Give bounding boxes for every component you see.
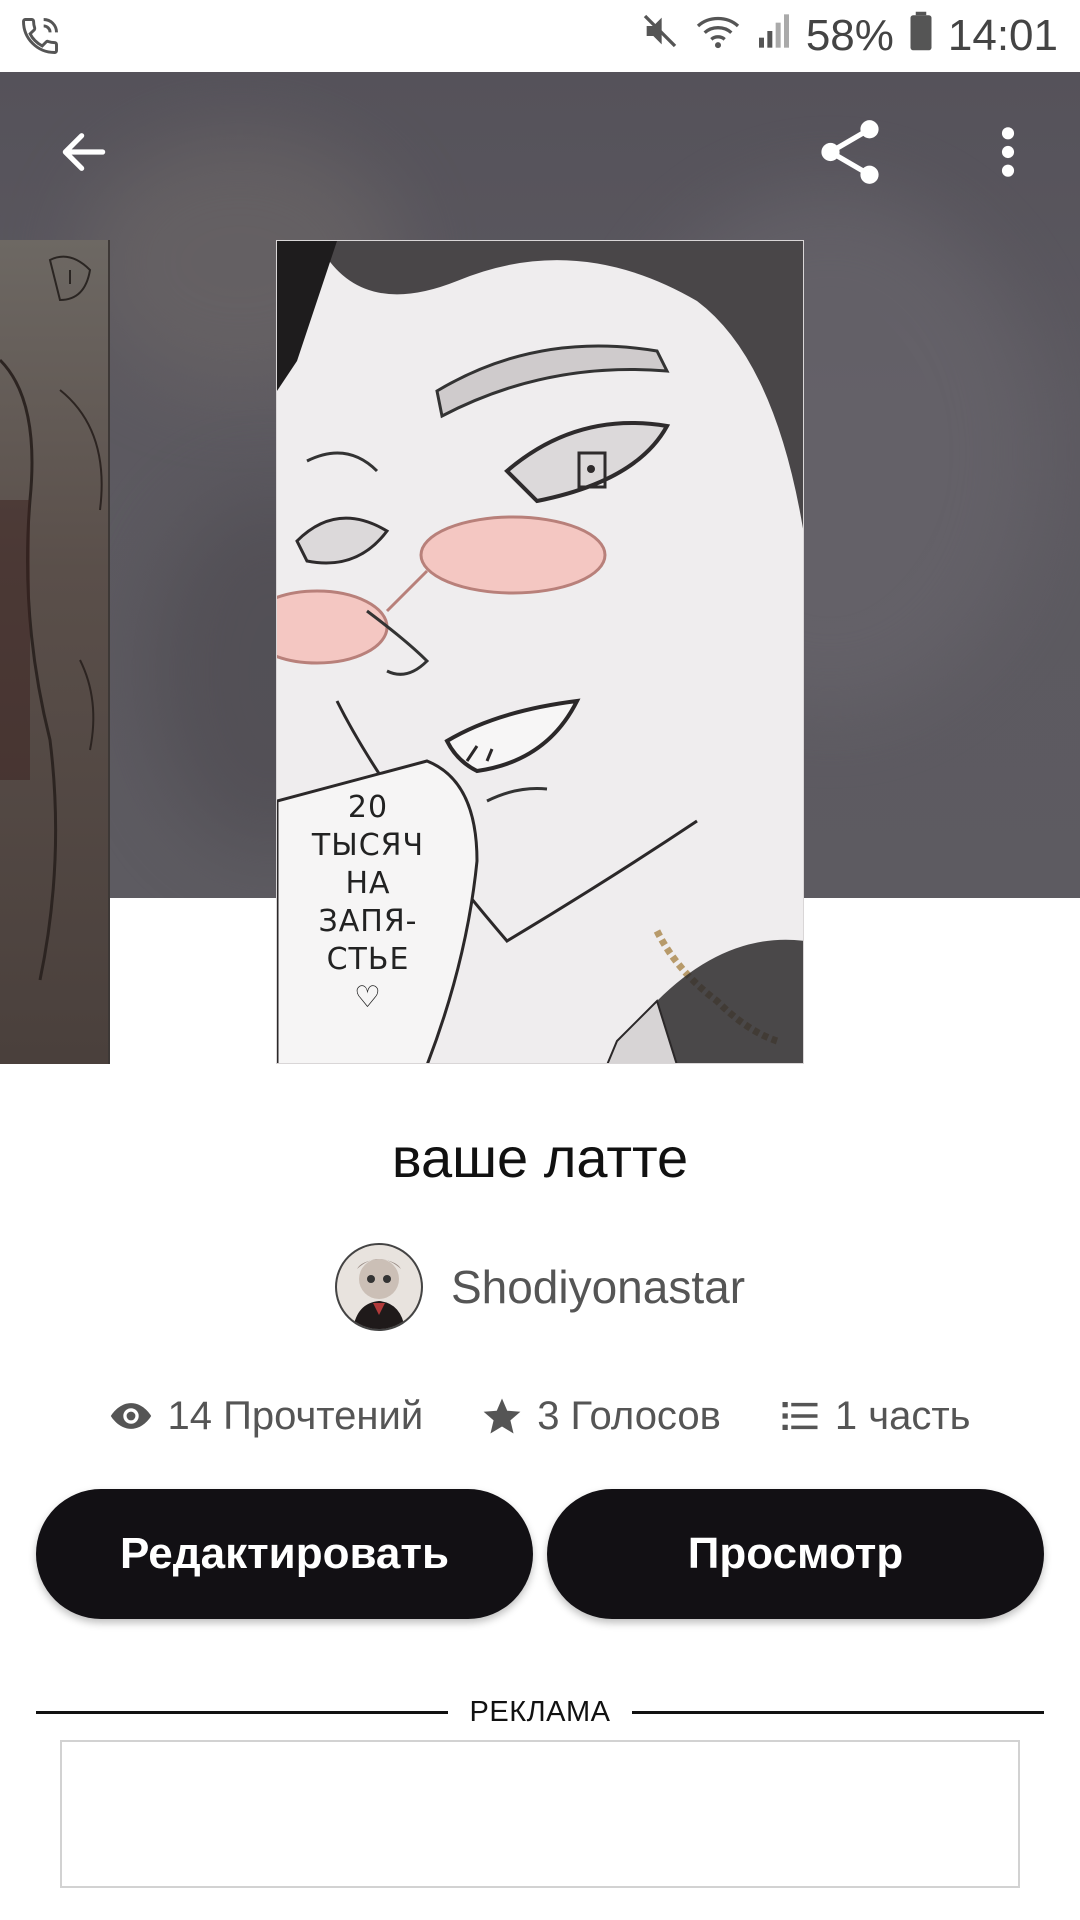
ad-label: РЕКЛАМА <box>469 1695 611 1728</box>
divider <box>36 1710 448 1714</box>
signal-icon <box>756 11 792 62</box>
battery-percent: 58% <box>805 11 894 60</box>
mute-icon <box>640 11 680 62</box>
cover-caption-line: ♡ <box>354 980 382 1015</box>
edit-button[interactable]: Редактировать <box>36 1489 533 1619</box>
reads-count: 14 Прочтений <box>167 1393 424 1438</box>
cover-caption-line: 20 <box>347 790 389 825</box>
star-icon <box>481 1395 523 1437</box>
wifi-icon <box>694 11 742 62</box>
ad-slot[interactable] <box>60 1740 1020 1888</box>
eye-icon <box>109 1394 153 1438</box>
back-button[interactable] <box>42 112 126 196</box>
more-options-button[interactable] <box>966 112 1050 196</box>
cover-caption-line: ТЫСЯЧ <box>311 828 425 863</box>
votes-stat: 3 Голосов <box>481 1394 721 1439</box>
back-arrow-icon <box>56 124 112 185</box>
reads-stat: 14 Прочтений <box>109 1394 423 1439</box>
status-bar: 58% 14:01 <box>0 0 1080 72</box>
divider <box>632 1710 1045 1714</box>
list-icon <box>779 1395 821 1437</box>
story-title: ваше латте <box>391 1126 689 1189</box>
ad-header: РЕКЛАМА <box>36 1692 1045 1732</box>
parts-stat: 1 часть <box>779 1394 971 1439</box>
cover-caption-line: СТЬЕ <box>326 942 410 977</box>
status-right: 58% 14:01 <box>640 0 1058 72</box>
action-buttons: Редактировать Просмотр <box>36 1489 1044 1619</box>
share-button[interactable] <box>808 112 892 196</box>
cover-caption-line: ЗАПЯ- <box>318 904 418 939</box>
author-row[interactable]: Shodiyonastar <box>0 1243 1080 1331</box>
battery-icon <box>908 10 934 63</box>
votes-count: 3 Голосов <box>537 1393 721 1438</box>
cover-caption: 20 ТЫСЯЧ НА ЗАПЯ- СТЬЕ ♡ <box>283 789 453 1017</box>
author-avatar[interactable] <box>334 1243 423 1331</box>
share-icon <box>811 113 889 196</box>
clock: 14:01 <box>947 11 1058 60</box>
story-stats: 14 Прочтений 3 Голосов 1 часть <box>0 1384 1080 1448</box>
more-vert-icon <box>996 124 1020 185</box>
cover-caption-line: НА <box>345 866 391 901</box>
previous-story-cover[interactable] <box>0 240 110 1064</box>
phone-call-icon <box>18 14 62 58</box>
parts-count: 1 часть <box>834 1393 971 1438</box>
view-button[interactable]: Просмотр <box>547 1489 1044 1619</box>
story-cover[interactable]: 20 ТЫСЯЧ НА ЗАПЯ- СТЬЕ ♡ <box>276 240 804 1064</box>
author-name[interactable]: Shodiyonastar <box>451 1260 745 1314</box>
